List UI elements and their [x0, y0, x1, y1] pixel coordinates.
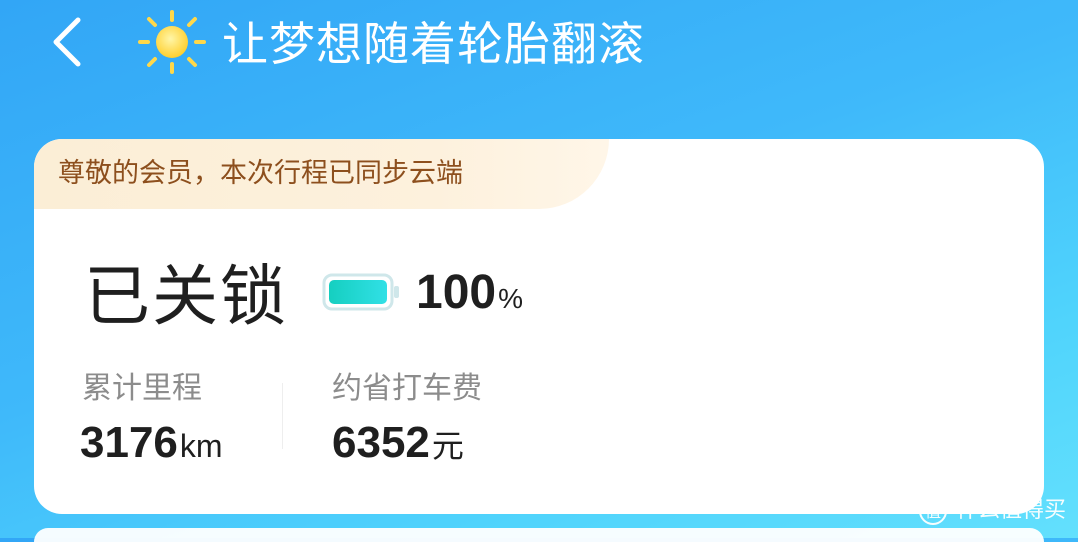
saved-taxi-fare-label: 约省打车费 — [332, 371, 482, 406]
watermark-text: 什么值得买 — [955, 498, 1066, 523]
sync-notice-text: 尊敬的会员，本次行程已同步云端 — [58, 158, 463, 189]
battery-full-icon — [322, 273, 399, 311]
top-bar: 让梦想随着轮胎翻滚 — [0, 0, 1078, 100]
saved-taxi-fare-unit: 元 — [431, 428, 464, 464]
lock-status: 已关锁 — [84, 258, 288, 335]
battery-unit: % — [498, 283, 523, 314]
watermark: 值 什么值得买 — [918, 496, 1066, 526]
page-title: 让梦想随着轮胎翻滚 — [222, 17, 645, 71]
next-card-edge — [34, 528, 1044, 542]
stat-divider — [282, 383, 283, 449]
svg-text:值: 值 — [925, 502, 941, 521]
total-mileage-label: 累计里程 — [82, 371, 202, 406]
total-mileage-number: 3176 — [80, 418, 178, 467]
total-mileage-unit: km — [179, 428, 223, 464]
trip-summary-card: 尊敬的会员，本次行程已同步云端 已关锁 100% 累计里程 3176km 约省打… — [34, 139, 1044, 514]
battery-value: 100 — [416, 266, 497, 319]
total-mileage-value: 3176km — [80, 415, 223, 471]
chevron-left-icon[interactable] — [46, 12, 90, 72]
saved-taxi-fare-number: 6352 — [332, 418, 430, 467]
zhi-logo-icon: 值 — [918, 497, 947, 525]
battery-percentage: 100% — [416, 263, 523, 323]
sync-notice-banner: 尊敬的会员，本次行程已同步云端 — [34, 139, 609, 209]
battery-level-fill — [329, 280, 387, 304]
saved-taxi-fare-value: 6352元 — [332, 415, 464, 471]
sun-icon — [138, 10, 206, 74]
